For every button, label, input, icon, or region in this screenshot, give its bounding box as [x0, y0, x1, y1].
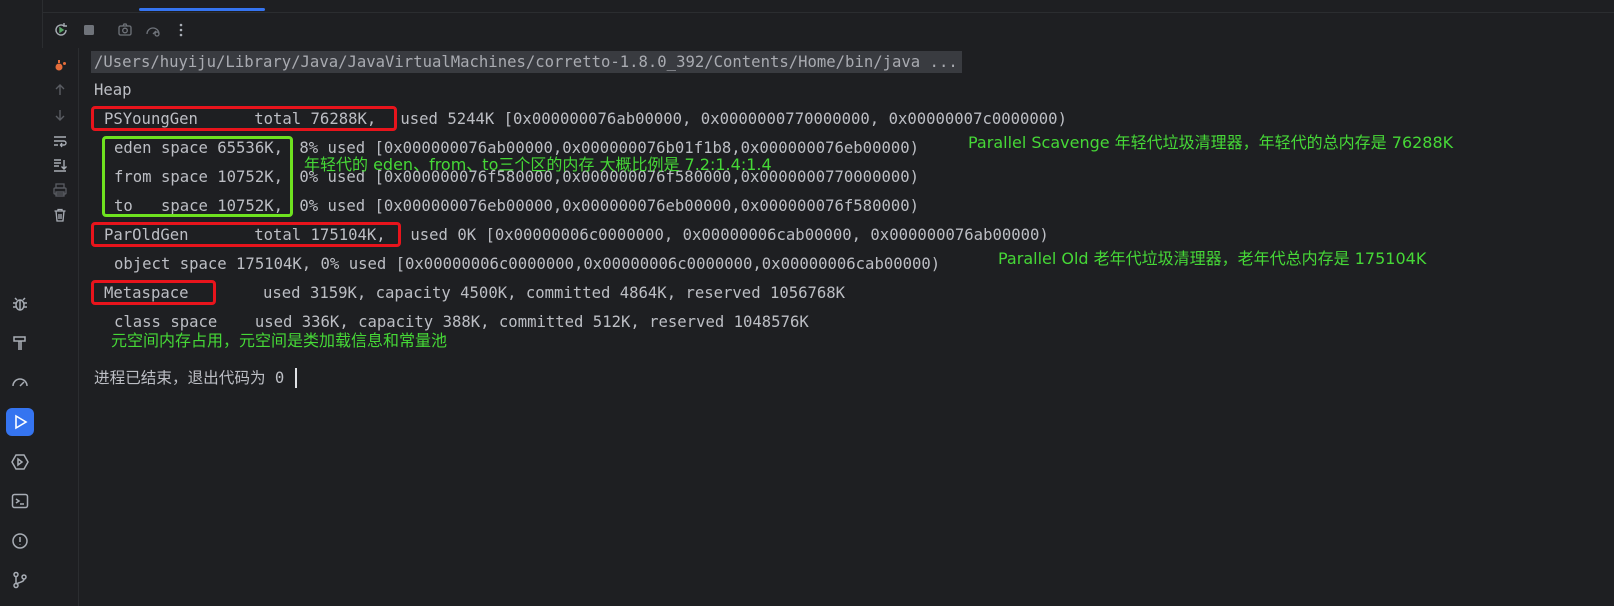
old-gen-details: used 0K [0x00000006c0000000, 0x00000006c… [401, 226, 1049, 244]
console-side-toolbar [42, 48, 79, 606]
text-caret [295, 368, 297, 388]
to-details: 0% used [0x000000076eb00000,0x000000076e… [290, 197, 920, 215]
services-icon[interactable] [6, 448, 34, 476]
young-gen-highlight-box [91, 106, 397, 131]
metaspace-annotation: 元空间内存占用，元空间是类加载信息和常量池 [111, 331, 448, 350]
young-gen-details: used 5244K [0x000000076ab00000, 0x000000… [391, 110, 1067, 128]
tool-window-strip [0, 0, 43, 606]
exit-message: 进程已结束，退出代码为 0 [94, 369, 285, 387]
run-icon[interactable] [6, 408, 34, 436]
scroll-up-icon[interactable] [51, 81, 69, 99]
object-space-line: object space 175104K, 0% used [0x0000000… [114, 255, 941, 273]
build-hammer-icon[interactable] [6, 329, 34, 357]
soft-wrap-icon[interactable] [51, 132, 69, 150]
ide-window: /Users/huyiju/Library/Java/JavaVirtualMa… [0, 0, 1614, 606]
git-branch-icon[interactable] [6, 566, 34, 594]
old-gen-highlight-box [91, 222, 401, 247]
bug-icon[interactable] [6, 290, 34, 318]
metaspace-highlight-box [91, 280, 216, 305]
debug-orange-icon[interactable] [51, 57, 69, 75]
heap-header: Heap [94, 81, 132, 99]
console-output[interactable]: /Users/huyiju/Library/Java/JavaVirtualMa… [79, 48, 1614, 606]
active-tab-indicator [139, 8, 265, 11]
young-gen-annotation: Parallel Scavenge 年轻代垃圾清理器，年轻代的总内存是 7628… [968, 133, 1454, 152]
metaspace-details: used 3159K, capacity 4500K, committed 48… [263, 284, 846, 302]
coverage-icon[interactable] [144, 21, 162, 39]
scroll-down-icon[interactable] [51, 106, 69, 124]
problems-icon[interactable] [6, 527, 34, 555]
more-options-icon[interactable] [172, 21, 190, 39]
profiler-gauge-icon[interactable] [6, 368, 34, 396]
scroll-to-end-icon[interactable] [51, 156, 69, 174]
run-toolbar [42, 14, 1614, 46]
rerun-icon[interactable] [52, 21, 70, 39]
tab-bar [42, 0, 1614, 13]
young-regions-annotation: 年轻代的 eden、from、to三个区的内存 大概比例是 7.2:1.4:1.… [304, 155, 772, 174]
stop-icon[interactable] [80, 21, 98, 39]
class-space-line: class space used 336K, capacity 388K, co… [114, 313, 809, 331]
clear-trash-icon[interactable] [51, 206, 69, 224]
young-regions-highlight-box [102, 136, 293, 217]
command-line[interactable]: /Users/huyiju/Library/Java/JavaVirtualMa… [91, 51, 962, 73]
screenshot-icon[interactable] [116, 21, 134, 39]
old-gen-annotation: Parallel Old 老年代垃圾清理器，老年代总内存是 175104K [998, 249, 1427, 268]
print-icon[interactable] [51, 181, 69, 199]
terminal-icon[interactable] [6, 487, 34, 515]
